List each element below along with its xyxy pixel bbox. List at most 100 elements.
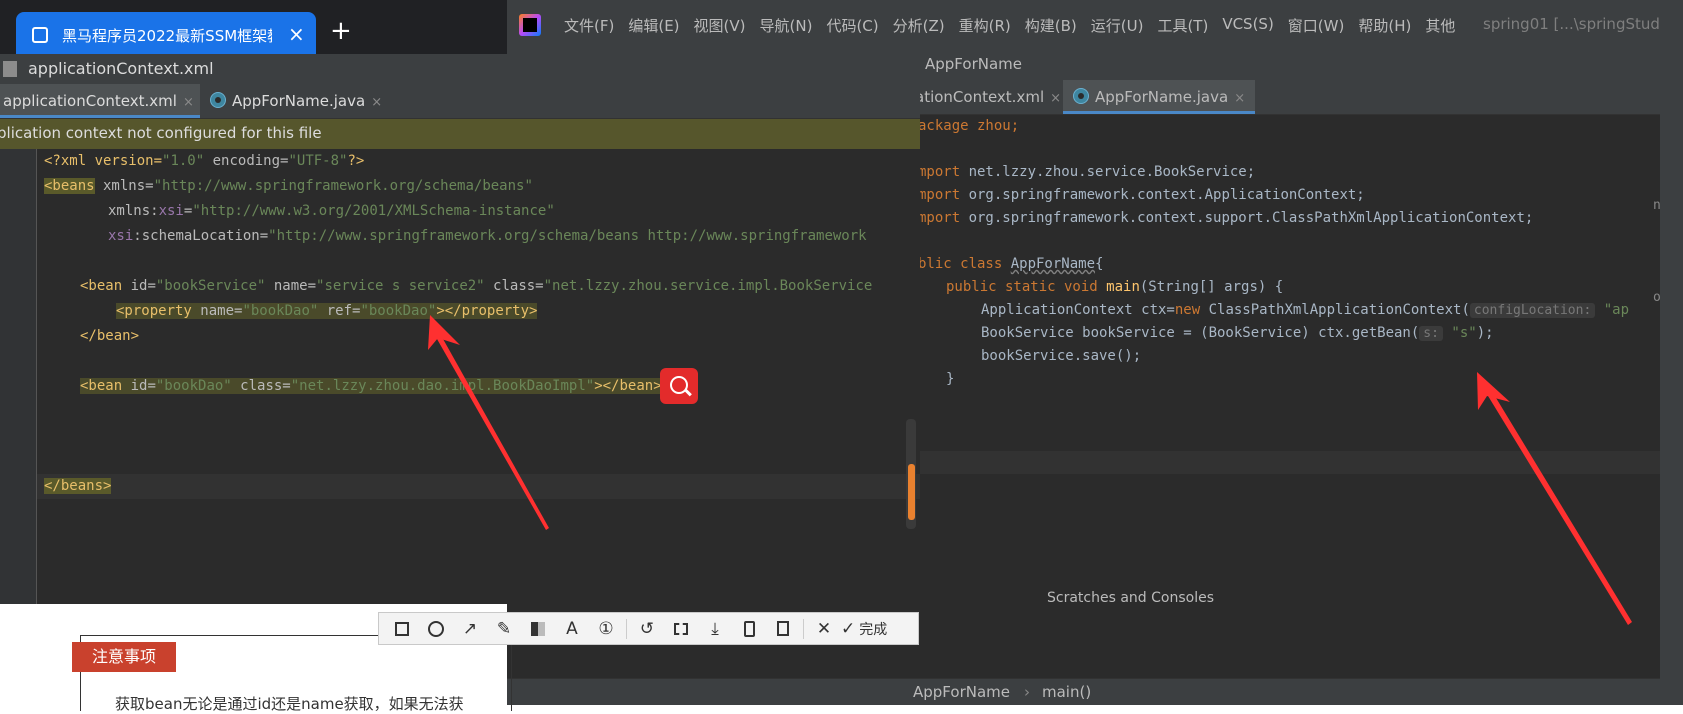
done-label: 完成 [859, 621, 888, 638]
editor-gutter[interactable] [0, 149, 37, 604]
menu-run[interactable]: 运行(U) [1084, 15, 1151, 36]
menu-refactor[interactable]: 重构(R) [952, 15, 1018, 36]
right-tool-strip [1660, 0, 1683, 705]
rectangle-icon[interactable] [385, 614, 419, 644]
code-line: </bean> [80, 324, 139, 349]
xml-attr: id= [122, 278, 156, 294]
note-label: 注意事项 [72, 642, 176, 672]
status-class[interactable]: AppForName [913, 683, 1010, 701]
xml-tag: ></property> [436, 303, 538, 319]
tab-app-for-name[interactable]: AppForName.java × [1063, 80, 1256, 114]
arrow-icon[interactable]: ↗ [453, 614, 487, 644]
close-icon[interactable]: ✕ [807, 614, 841, 644]
xml-tag: <bean [80, 278, 123, 294]
mosaic-icon[interactable] [521, 614, 555, 644]
menu-help[interactable]: 帮助(H) [1351, 15, 1418, 36]
code-keyword: new [1174, 302, 1209, 318]
project-tree-peek[interactable]: Scratches and Consoles [1047, 590, 1214, 606]
code-line: <bean id="bookService" name="service s s… [80, 274, 872, 299]
code-line: <?xml version="1.0" encoding="UTF-8"?> [44, 149, 364, 174]
breadcrumb-class[interactable]: AppForName [925, 55, 1022, 73]
current-line-highlight [37, 474, 920, 499]
code-keyword: mport [918, 210, 969, 226]
code-line: BookService bookService = (BookService) … [981, 322, 1494, 345]
menu-window[interactable]: 窗口(W) [1281, 15, 1352, 36]
tab-label: applicationContext.xml [3, 92, 177, 110]
number-icon[interactable]: ① [589, 614, 623, 644]
ide-breadcrumb-status: AppForName › main() [507, 678, 1683, 705]
xml-value: "http://www.springframework.org/schema/b… [268, 228, 867, 244]
menu-analyze[interactable]: 分析(Z) [886, 15, 952, 36]
new-tab-icon[interactable]: + [330, 16, 352, 46]
browser-tab-title: 黑马程序员2022最新SSM框架教 [62, 27, 272, 45]
tab-application-context[interactable]: ationContext.xml × [915, 80, 1061, 114]
text-icon[interactable]: A [555, 614, 589, 644]
xml-namespace: xsi [108, 228, 134, 244]
java-class-icon [1073, 88, 1089, 104]
menu-build[interactable]: 构建(B) [1018, 15, 1084, 36]
code-text: BookService bookService = (BookService) … [981, 325, 1420, 341]
code-text: org.springframework.context.ApplicationC… [968, 187, 1365, 203]
menu-tools[interactable]: 工具(T) [1150, 15, 1215, 36]
tab-label: AppForName.java [232, 92, 366, 110]
menu-vcs[interactable]: VCS(S) [1215, 15, 1280, 36]
code-line: } [946, 368, 954, 391]
menu-edit[interactable]: 编辑(E) [621, 15, 686, 36]
browser-tab[interactable]: 黑马程序员2022最新SSM框架教 × [16, 12, 316, 60]
check-icon: ✓ [841, 618, 856, 639]
search-icon[interactable] [660, 368, 698, 404]
download-icon[interactable]: ⤓ [698, 614, 732, 644]
code-text: { [1095, 256, 1104, 272]
tab-app-for-name[interactable]: AppForName.java × [210, 84, 382, 118]
menu-view[interactable]: 视图(V) [687, 15, 753, 36]
close-icon[interactable]: × [1050, 91, 1061, 106]
close-icon[interactable]: × [288, 22, 305, 46]
xml-editor-window: applicationContext.xml applicationContex… [0, 54, 920, 604]
code-text: ClassPathXmlApplicationContext( [1208, 302, 1470, 318]
xml-editor-tabs: applicationContext.xml × AppForName.java × [0, 84, 920, 119]
menu-navigate[interactable]: 导航(N) [753, 15, 820, 36]
xml-value: "service s service2" [316, 278, 485, 294]
xml-value: "bookDao" [242, 303, 319, 319]
scrollbar-thumb[interactable] [908, 464, 915, 520]
menu-other[interactable]: 其他 [1418, 15, 1462, 36]
menu-file[interactable]: 文件(F) [557, 15, 621, 36]
done-button[interactable]: ✓ 完成 [841, 614, 887, 644]
bookmark-icon[interactable] [766, 614, 800, 644]
tab-application-context[interactable]: applicationContext.xml × [0, 84, 200, 118]
code-keyword: mport [918, 164, 969, 180]
code-package: ackage zhou; [918, 118, 1020, 134]
code-class-name: AppForName [1010, 256, 1096, 272]
undo-icon[interactable]: ↺ [630, 614, 664, 644]
close-icon[interactable]: × [371, 95, 382, 110]
close-icon[interactable]: × [183, 95, 194, 110]
code-text: ); [1476, 325, 1494, 341]
code-line: bookService.save(); [981, 345, 1141, 368]
ellipse-icon[interactable] [419, 614, 453, 644]
xml-value: "1.0" [162, 153, 205, 169]
pen-icon[interactable]: ✎ [487, 614, 521, 644]
chevron-right-icon: › [1024, 683, 1030, 701]
ocr-icon[interactable] [664, 614, 698, 644]
code-line: mport org.springframework.context.Applic… [918, 184, 1365, 207]
code-line: public static void main(String[] args) { [946, 276, 1283, 299]
xml-code-editor[interactable]: <?xml version="1.0" encoding="UTF-8"?> <… [37, 149, 920, 604]
status-method[interactable]: main() [1042, 683, 1091, 701]
code-line: mport org.springframework.context.suppor… [918, 207, 1533, 230]
toolbar-divider [803, 618, 804, 639]
xml-attr: encoding= [204, 153, 289, 169]
menu-code[interactable]: 代码(C) [819, 15, 885, 36]
ide-menu: 文件(F) 编辑(E) 视图(V) 导航(N) 代码(C) 分析(Z) 重构(R… [557, 15, 1462, 36]
code-string: "s" [1451, 325, 1477, 341]
xml-attr: xmlns: [108, 203, 159, 219]
xml-value: "bookDao" [360, 303, 437, 319]
code-method: main [1106, 279, 1140, 295]
xml-value: "net.lzzy.zhou.dao.impl.BookDaoImpl" [290, 378, 595, 394]
ide-window-title: spring01 [...\springStudy [1483, 15, 1669, 33]
close-icon[interactable]: × [1234, 91, 1245, 106]
xml-value: "bookDao" [155, 378, 232, 394]
pin-icon[interactable] [732, 614, 766, 644]
xml-value: "http://www.w3.org/2001/XMLSchema-instan… [192, 203, 555, 219]
code-text: ApplicationContext ctx= [981, 302, 1175, 318]
xml-value: "http://www.springframework.org/schema/b… [153, 178, 533, 194]
